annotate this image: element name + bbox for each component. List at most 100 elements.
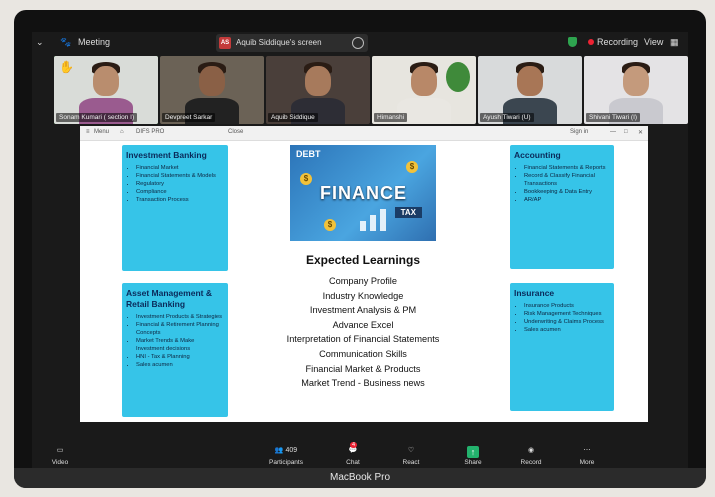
debt-label: DEBT xyxy=(296,149,321,159)
card-title: Asset Management & Retail Banking xyxy=(126,288,212,309)
video-button[interactable]: ▭ Video xyxy=(40,446,80,466)
browser-menu-label[interactable]: Menu xyxy=(94,129,109,135)
laptop-frame: ⌄ 🐾 Meeting AS Aquib Siddique's screen R… xyxy=(14,10,706,488)
bar-icon xyxy=(370,215,376,231)
participants-icon: 👥 409 xyxy=(274,447,298,454)
insurance-card: Insurance Insurance Products Risk Manage… xyxy=(510,283,614,411)
finance-word: FINANCE xyxy=(320,183,407,203)
list-item: Financial Statements & Reports xyxy=(524,164,610,172)
bar-icon xyxy=(360,221,366,231)
browser-toolbar: ≡ Menu ⌂ DIFS PRO Close Sign in — □ ✕ xyxy=(80,126,648,141)
learning-item: Interpretation of Financial Statements xyxy=(286,334,440,345)
menu-icon[interactable]: ≡ xyxy=(86,129,90,135)
record-dot-icon xyxy=(588,39,594,45)
view-button[interactable]: View xyxy=(644,37,663,47)
grid-view-icon[interactable]: ▦ xyxy=(670,37,679,48)
chevron-down-icon[interactable]: ⌄ xyxy=(36,37,44,48)
learning-item: Industry Knowledge xyxy=(322,290,404,301)
participant-strip: ✋ Sonam Kumari ( section I) Devpreet Sar… xyxy=(32,56,688,124)
more-button[interactable]: ⋯ More xyxy=(570,446,604,466)
participant-name: Devpreet Sarkar xyxy=(162,113,216,122)
view-options-icon[interactable] xyxy=(352,37,364,49)
list-item: Financial Market xyxy=(136,164,224,172)
close-window-icon[interactable]: ✕ xyxy=(638,129,643,136)
react-button[interactable]: ♡ React xyxy=(394,446,428,466)
coin-icon: $ xyxy=(324,219,336,231)
card-title: Investment Banking xyxy=(126,150,207,160)
plant-background xyxy=(446,62,470,92)
participant-tile[interactable]: ✋ Sonam Kumari ( section I) xyxy=(54,56,158,124)
maximize-icon[interactable]: □ xyxy=(624,129,628,135)
list-item: Financial Statements & Models xyxy=(136,172,224,180)
list-item: Record & Classify Financial Transactions xyxy=(524,172,610,188)
learning-item: Company Profile xyxy=(329,276,397,286)
coin-icon: $ xyxy=(300,173,312,185)
record-button[interactable]: ◉ Record xyxy=(514,446,548,466)
list-item: AR/AP xyxy=(524,196,610,204)
close-tab-button[interactable]: Close xyxy=(228,129,243,135)
list-item: Bookkeeping & Data Entry xyxy=(524,188,610,196)
record-icon: ◉ xyxy=(527,447,535,454)
participant-tile[interactable]: Aquib Siddique xyxy=(266,56,370,124)
expected-learnings-title: Expected Learnings xyxy=(305,253,421,267)
home-icon[interactable]: ⌂ xyxy=(120,129,124,135)
share-button[interactable]: ↑ Share xyxy=(456,446,490,466)
learning-item: Investment Analysis & PM xyxy=(309,305,417,316)
coin-icon: $ xyxy=(406,161,418,173)
more-icon: ⋯ xyxy=(583,447,591,454)
meeting-label[interactable]: Meeting xyxy=(78,37,110,47)
investment-banking-card: Investment Banking Financial Market Fina… xyxy=(122,145,228,271)
learnings-list: Company Profile Industry Knowledge Inves… xyxy=(240,274,486,391)
participant-name: Himanshi xyxy=(374,113,408,122)
asset-management-card: Asset Management & Retail Banking Invest… xyxy=(122,283,228,417)
minimize-icon[interactable]: — xyxy=(610,129,616,135)
participant-tile[interactable]: Devpreet Sarkar xyxy=(160,56,264,124)
participants-count: 409 xyxy=(285,447,298,454)
recording-indicator[interactable]: Recording xyxy=(588,37,638,47)
heart-icon: ♡ xyxy=(407,447,415,454)
participant-name: Aquib Siddique xyxy=(268,113,318,122)
slide: Investment Banking Financial Market Fina… xyxy=(80,141,648,422)
learning-item: Market Trend - Business news xyxy=(301,378,425,389)
list-item: Market Trends & Make Investment decision… xyxy=(136,337,224,353)
sign-in-button[interactable]: Sign in xyxy=(570,129,588,135)
finance-illustration: DEBT $ $ $ FINANCE TAX xyxy=(290,145,436,241)
list-item: Investment Products & Strategies xyxy=(136,313,224,321)
participants-button[interactable]: 👥 409 Participants xyxy=(256,446,316,466)
meeting-toolbar: ▭ Video 👥 409 Participants 💬 4 Chat ♡ Re… xyxy=(32,442,688,468)
participant-tile[interactable]: Ayush Tiwari (U) xyxy=(478,56,582,124)
participant-name: Ayush Tiwari (U) xyxy=(480,113,534,122)
bar-icon xyxy=(380,209,386,231)
list-item: Regulatory xyxy=(136,180,224,188)
list-item: Risk Management Techniques xyxy=(524,310,610,318)
sharer-avatar: AS xyxy=(219,37,231,49)
tax-label: TAX xyxy=(394,207,422,218)
list-item: Sales acumen xyxy=(136,361,224,369)
list-item: Financial & Retirement Planning Concepts xyxy=(136,321,224,337)
participant-name: Sonam Kumari ( section I) xyxy=(56,113,138,122)
security-shield-icon xyxy=(568,37,577,49)
card-title: Accounting xyxy=(514,150,561,160)
list-item: Insurance Products xyxy=(524,302,610,310)
browser-tab[interactable]: DIFS PRO xyxy=(136,129,164,135)
participant-name: Shivani Tiwari (I) xyxy=(586,113,641,122)
list-item: Sales acumen xyxy=(524,326,610,334)
chat-button[interactable]: 💬 4 Chat xyxy=(336,442,370,466)
share-status-text: Aquib Siddique's screen xyxy=(236,38,322,47)
zoom-window: ⌄ 🐾 Meeting AS Aquib Siddique's screen R… xyxy=(32,32,688,468)
learning-item: Advance Excel xyxy=(332,319,394,330)
chat-badge: 4 xyxy=(350,442,358,448)
accounting-card: Accounting Financial Statements & Report… xyxy=(510,145,614,269)
zoom-paw-icon: 🐾 xyxy=(60,37,72,47)
card-title: Insurance xyxy=(514,288,555,298)
participant-tile[interactable]: Shivani Tiwari (I) xyxy=(584,56,688,124)
learning-item: Financial Market & Products xyxy=(305,363,421,374)
screen-share-indicator[interactable]: AS Aquib Siddique's screen xyxy=(216,34,368,52)
list-item: Underwriting & Claims Process xyxy=(524,318,610,326)
share-arrow-icon: ↑ xyxy=(467,446,479,458)
video-camera-icon: ▭ xyxy=(56,447,64,454)
list-item: HNI - Tax & Planning xyxy=(136,353,224,361)
device-label: MacBook Pro xyxy=(14,468,706,488)
learning-item: Communication Skills xyxy=(319,348,407,359)
participant-tile[interactable]: Himanshi xyxy=(372,56,476,124)
